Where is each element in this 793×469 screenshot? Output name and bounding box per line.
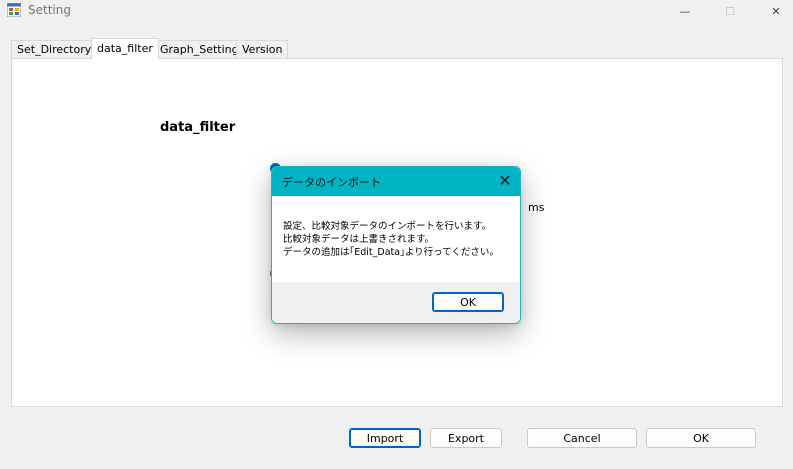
dialog-title: データのインポート	[282, 176, 381, 189]
import-button[interactable]: Import	[349, 428, 421, 448]
maximize-button[interactable]: ☐	[707, 0, 753, 22]
tab-version[interactable]: Version	[236, 40, 289, 58]
cancel-button[interactable]: Cancel	[527, 428, 637, 448]
dialog-body: 設定、比較対象データのインポートを行います。 比較対象データは上書きされます。 …	[272, 196, 520, 282]
close-window-button[interactable]: ✕	[753, 0, 793, 22]
import-data-dialog: データのインポート ✕ 設定、比較対象データのインポートを行います。 比較対象デ…	[271, 166, 521, 324]
dialog-close-icon[interactable]: ✕	[496, 171, 514, 191]
window-title: Setting	[28, 3, 71, 17]
app-form-icon	[7, 3, 21, 17]
tab-set-directory[interactable]: Set_Directory	[11, 40, 98, 58]
ok-button[interactable]: OK	[646, 428, 756, 448]
export-button[interactable]: Export	[430, 428, 502, 448]
dialog-ok-button[interactable]: OK	[432, 292, 504, 312]
window-titlebar: Setting — ☐ ✕	[0, 0, 793, 22]
dialog-footer: OK	[272, 282, 520, 323]
dialog-titlebar: データのインポート ✕	[272, 167, 520, 196]
dialog-message-line: データの追加は｢Edit_Data｣より行ってください。	[283, 247, 499, 258]
close-icon: ✕	[771, 4, 781, 18]
tab-data-filter[interactable]: data_filter	[91, 38, 159, 59]
dialog-message-line: 設定、比較対象データのインポートを行います。	[283, 221, 492, 232]
unit-label: ms	[528, 201, 545, 214]
minimize-icon: —	[679, 4, 691, 18]
minimize-button[interactable]: —	[662, 0, 708, 22]
section-title: data_filter	[160, 120, 236, 135]
dialog-message-line: 比較対象データは上書きされます。	[283, 234, 435, 245]
maximize-icon: ☐	[725, 4, 735, 18]
tab-graph-setting[interactable]: Graph_Setting	[154, 40, 245, 58]
dialog-message: 設定、比較対象データのインポートを行います。 比較対象データは上書きされます。 …	[283, 220, 499, 259]
